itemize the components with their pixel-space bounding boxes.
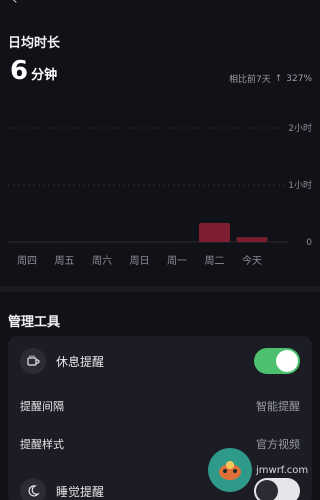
comparison-change: 327% [286, 73, 312, 84]
top-bar: ‹ [0, 0, 320, 20]
up-arrow-icon: ↑ [274, 73, 283, 84]
back-arrow-icon[interactable]: ‹ [12, 0, 18, 8]
x-tick-label: 周二 [205, 255, 225, 267]
toggle-knob [276, 350, 298, 372]
comparison-info: 相比前7天 ↑ 327% [228, 72, 312, 86]
chart-bar [199, 223, 230, 242]
watermark-text: jmwrf.com [256, 464, 309, 476]
interval-row[interactable]: 提醒间隔 智能提醒 [20, 398, 300, 414]
usage-bar-chart: 周四 周五 周六 周日 周一 周二 今天 2小时 1小时 0 [8, 122, 312, 267]
y-tick-label: 1小时 [288, 179, 312, 191]
x-tick-label: 周一 [167, 255, 187, 267]
x-tick-label: 今天 [242, 254, 262, 267]
watermark: jmwrf.com [208, 448, 308, 492]
comparison-label: 相比前7天 [228, 75, 271, 85]
sleep-reminder-label: 睡觉提醒 [56, 484, 105, 499]
daily-average-number: 6 [10, 56, 29, 86]
y-tick-label: 0 [306, 238, 312, 248]
x-tick-label: 周六 [92, 255, 112, 267]
rest-reminder-row: 休息提醒 [20, 348, 300, 374]
cup-icon [20, 348, 46, 374]
daily-average-unit: 分钟 [31, 68, 58, 83]
moon-icon [20, 478, 46, 500]
chart-bar [236, 237, 268, 242]
rest-reminder-label: 休息提醒 [56, 354, 105, 369]
gamepad-icon [208, 448, 252, 492]
interval-value: 智能提醒 [256, 400, 300, 413]
y-tick-label: 2小时 [288, 122, 312, 134]
daily-average-title: 日均时长 [8, 36, 61, 51]
rest-reminder-toggle[interactable] [254, 348, 300, 374]
interval-label: 提醒间隔 [20, 400, 64, 413]
x-tick-label: 周五 [55, 255, 75, 267]
daily-average-value: 6 分钟 [10, 56, 57, 86]
x-tick-label: 周日 [130, 255, 150, 267]
section-divider [0, 286, 320, 292]
tools-title: 管理工具 [8, 315, 61, 330]
x-tick-label: 周四 [17, 255, 37, 267]
style-label: 提醒样式 [20, 438, 64, 451]
